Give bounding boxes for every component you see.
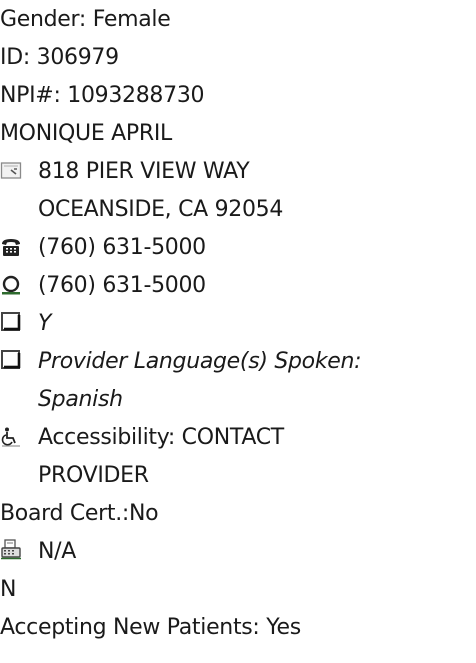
provider-name: MONIQUE APRIL (0, 121, 173, 146)
provider-gender: Gender: Female (0, 7, 171, 32)
board-certification: Board Cert.:No (0, 501, 159, 526)
accessibility-value: PROVIDER (38, 463, 149, 488)
address-line-1: 818 PIER VIEW WAY (38, 159, 250, 184)
provider-npi: NPI#: 1093288730 (0, 83, 205, 108)
phone-alt-number: (760) 631-5000 (38, 273, 206, 298)
languages-label: Provider Language(s) Spoken: (38, 349, 362, 374)
checkbox-icon (0, 349, 22, 371)
provider-details-card: Gender: Female ID: 306979 NPI#: 10932887… (0, 0, 476, 663)
checkbox-value: Y (38, 311, 52, 336)
wheelchair-icon (0, 426, 22, 448)
phone-number: (760) 631-5000 (38, 235, 206, 260)
telephone-icon (0, 236, 22, 258)
circle-phone-icon (0, 274, 22, 296)
accessibility-label: Accessibility: CONTACT (38, 425, 284, 450)
provider-flag: N (0, 577, 17, 602)
address-card-icon (0, 160, 22, 182)
checkbox-icon (0, 311, 22, 333)
provider-id: ID: 306979 (0, 45, 119, 70)
fax-icon (0, 538, 22, 560)
address-line-2: OCEANSIDE, CA 92054 (38, 197, 284, 222)
accepting-new-patients: Accepting New Patients: Yes (0, 615, 301, 640)
languages-value: Spanish (38, 387, 123, 412)
fax-number: N/A (38, 539, 77, 564)
